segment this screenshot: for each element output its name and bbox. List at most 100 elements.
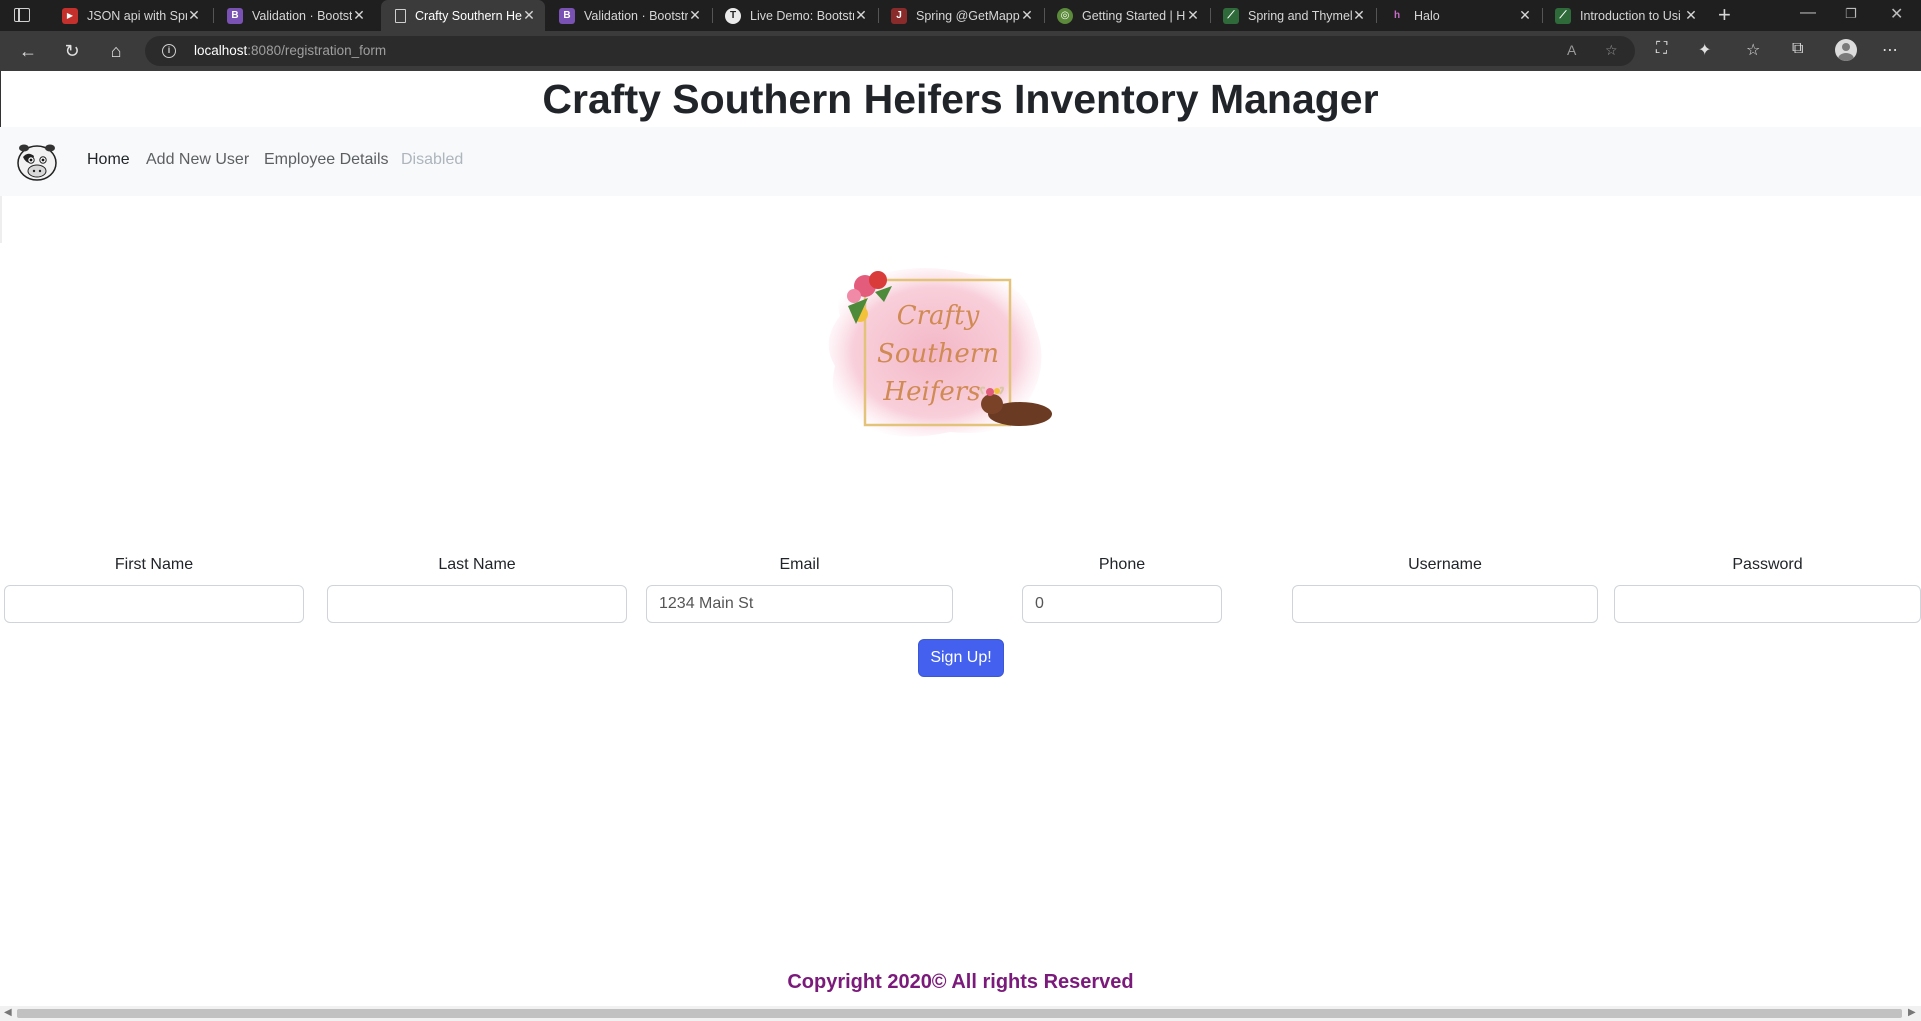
page-content: Crafty Southern Heifers Inventory Manage… <box>0 71 1921 1006</box>
url-input[interactable]: i localhost:8080/registration_form A ☆ <box>145 36 1635 66</box>
tab-title: Validation · Bootstr <box>584 8 688 23</box>
thymeleaf-icon: ⟋ <box>1555 7 1571 24</box>
username-group: Username <box>1292 555 1598 623</box>
browser-tab[interactable]: J Spring @GetMappi ✕ <box>879 0 1043 31</box>
tab-title: Spring and Thymel <box>1248 8 1352 23</box>
navbar: Home Add New User Employee Details Disab… <box>0 127 1921 196</box>
page-title: Crafty Southern Heifers Inventory Manage… <box>542 76 1379 122</box>
sign-up-button[interactable]: Sign Up! <box>918 639 1004 677</box>
horizontal-scrollbar[interactable]: ◀ ▶ <box>0 1006 1921 1021</box>
browser-tab-strip: ▶ JSON api with Spri ✕ B Validation · Bo… <box>0 0 1921 31</box>
scroll-left-icon[interactable]: ◀ <box>4 1007 12 1018</box>
browser-tab-active[interactable]: Crafty Southern He ✕ <box>381 0 545 31</box>
tab-title: Live Demo: Bootstr <box>750 8 854 23</box>
refresh-icon[interactable]: ↻ <box>60 39 84 63</box>
browser-tab[interactable]: h Halo ✕ <box>1377 0 1541 31</box>
logo-text-line-2: Southern <box>877 339 999 369</box>
address-bar: ← ↻ ⌂ i localhost:8080/registration_form… <box>0 31 1921 71</box>
close-tab-icon[interactable]: ✕ <box>1684 7 1698 24</box>
cow-logo-icon[interactable] <box>14 139 60 183</box>
email-label: Email <box>779 556 820 573</box>
nav-home[interactable]: Home <box>87 151 130 169</box>
spring-icon: ◎ <box>1057 7 1073 24</box>
logo-text-line-1: Crafty <box>897 301 980 331</box>
logo-text-line-3: Heifers <box>882 377 980 407</box>
add-favorite-icon[interactable]: ☆ <box>1605 42 1618 59</box>
profile-avatar[interactable] <box>1835 39 1857 61</box>
tab-divider <box>213 8 214 23</box>
brand-logo: Crafty Southern Heifers <box>820 256 1060 441</box>
close-tab-icon[interactable]: ✕ <box>1186 7 1200 24</box>
tab-title: Introduction to Usi <box>1580 8 1681 23</box>
browser-tab[interactable]: ▶ JSON api with Spri ✕ <box>50 0 210 31</box>
more-options-icon[interactable]: ⋯ <box>1882 40 1898 60</box>
username-field[interactable] <box>1292 585 1598 623</box>
browser-tab[interactable]: B Validation · Bootstr ✕ <box>215 0 375 31</box>
nav-disabled: Disabled <box>401 151 464 168</box>
close-tab-icon[interactable]: ✕ <box>1352 7 1366 24</box>
nav-employee-details[interactable]: Employee Details <box>264 151 389 169</box>
browser-tab[interactable]: ⟋ Introduction to Usi ✕ <box>1543 0 1707 31</box>
password-group: Password <box>1614 555 1921 623</box>
scrollbar-thumb[interactable] <box>17 1009 1902 1018</box>
browser-tab[interactable]: T Live Demo: Bootstr ✕ <box>713 0 877 31</box>
halo-icon: h <box>1393 10 1401 21</box>
scroll-right-icon[interactable]: ▶ <box>1908 1007 1916 1018</box>
java-icon: J <box>891 7 907 24</box>
page-icon <box>395 8 406 23</box>
close-tab-icon[interactable]: ✕ <box>688 7 702 24</box>
password-label: Password <box>1732 556 1803 573</box>
new-tab-icon[interactable]: + <box>1718 2 1731 28</box>
first-name-group: First Name <box>4 555 304 623</box>
tab-title: Crafty Southern He <box>415 8 522 23</box>
username-label: Username <box>1408 556 1482 573</box>
extensions-icon[interactable]: ✦ <box>1698 40 1711 60</box>
site-info-icon[interactable]: i <box>162 44 176 58</box>
phone-label: Phone <box>1098 556 1146 573</box>
nav-add-new-user[interactable]: Add New User <box>146 151 249 169</box>
thymeleaf-icon: ⟋ <box>1223 7 1239 24</box>
back-icon[interactable]: ← <box>16 39 40 63</box>
divider <box>0 196 2 243</box>
first-name-field[interactable] <box>4 585 304 623</box>
close-tab-icon[interactable]: ✕ <box>1518 7 1532 24</box>
tab-actions-icon[interactable] <box>14 8 30 22</box>
first-name-label: First Name <box>114 556 194 573</box>
restore-icon[interactable]: ❐ <box>1845 6 1857 22</box>
youtube-icon: ▶ <box>62 7 78 24</box>
screenshot-icon[interactable]: ⛶ <box>1656 40 1667 58</box>
close-tab-icon[interactable]: ✕ <box>352 7 366 24</box>
read-aloud-icon[interactable]: A <box>1567 42 1576 58</box>
url-text: localhost:8080/registration_form <box>194 43 386 58</box>
email-field[interactable]: 1234 Main St <box>646 585 953 623</box>
browser-tab[interactable]: B Validation · Bootstr ✕ <box>547 0 711 31</box>
phone-field[interactable]: 0 <box>1022 585 1222 623</box>
window-close-icon[interactable]: ✕ <box>1890 4 1903 24</box>
last-name-group: Last Name <box>327 555 627 623</box>
collections-icon[interactable]: ⧉ <box>1792 40 1803 58</box>
tab-title: Halo <box>1414 8 1440 23</box>
url-path: :8080/registration_form <box>247 43 387 58</box>
close-tab-icon[interactable]: ✕ <box>854 7 868 24</box>
browser-tab[interactable]: ⟋ Spring and Thymel ✕ <box>1211 0 1375 31</box>
password-field[interactable] <box>1614 585 1921 623</box>
tab-title: JSON api with Spri <box>87 8 187 23</box>
favorites-icon[interactable]: ☆ <box>1746 40 1760 60</box>
home-icon[interactable]: ⌂ <box>104 39 128 63</box>
copyright-text: Copyright 2020© All rights Reserved <box>787 971 1134 993</box>
tab-title: Spring @GetMappi <box>916 8 1020 23</box>
url-host: localhost <box>194 43 248 58</box>
last-name-label: Last Name <box>438 556 516 573</box>
close-tab-icon[interactable]: ✕ <box>187 7 201 24</box>
bootstrap-icon: B <box>559 7 575 24</box>
email-group: Email 1234 Main St <box>646 555 953 623</box>
close-tab-icon[interactable]: ✕ <box>1020 7 1034 24</box>
tab-title: Validation · Bootstr <box>252 8 352 23</box>
browser-tab[interactable]: ◎ Getting Started | H ✕ <box>1045 0 1209 31</box>
close-tab-icon[interactable]: ✕ <box>522 7 536 24</box>
minimize-icon[interactable]: — <box>1800 4 1816 22</box>
tab-title: Getting Started | H <box>1082 8 1186 23</box>
tutorial-icon: T <box>725 7 741 24</box>
bootstrap-icon: B <box>227 7 243 24</box>
last-name-field[interactable] <box>327 585 627 623</box>
